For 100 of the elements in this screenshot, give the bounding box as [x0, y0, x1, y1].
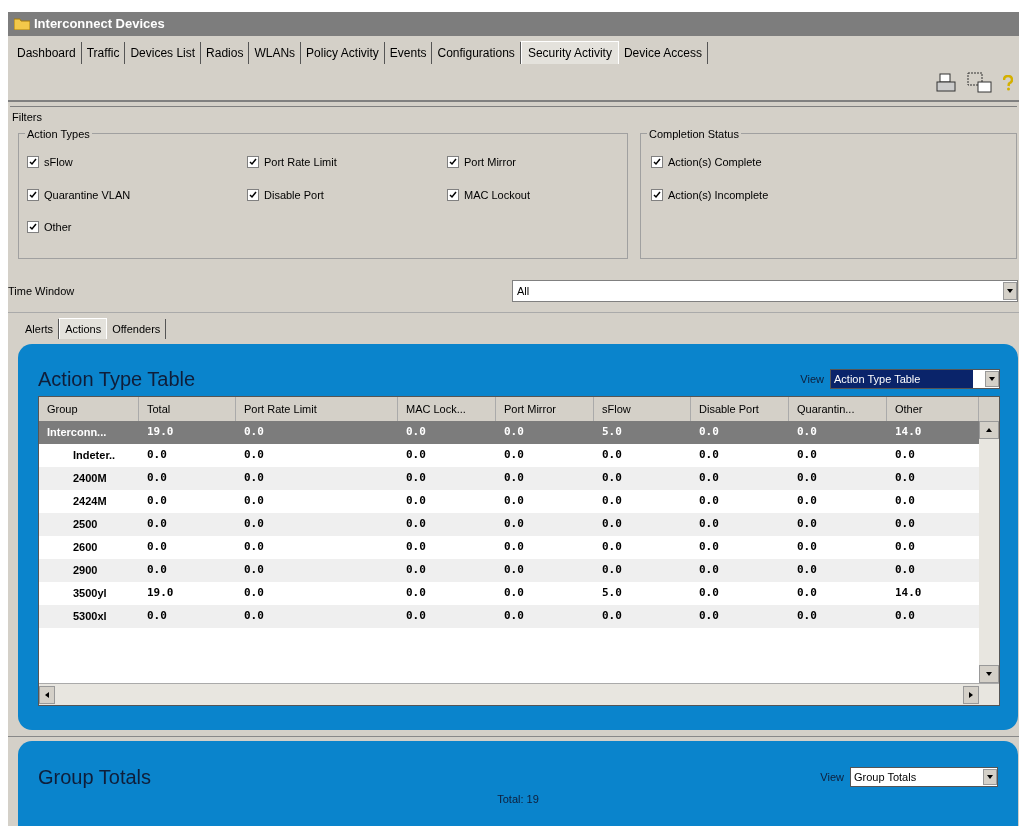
- table-row[interactable]: 2500 0.0 0.0 0.0 0.0 0.0 0.0 0.0 0.0: [39, 513, 979, 536]
- table-cell-text: 0.0: [243, 539, 265, 556]
- table-cell-text: 14.0: [894, 424, 923, 441]
- table-cell-text: 0.0: [503, 424, 525, 441]
- checkbox[interactable]: [27, 156, 39, 169]
- table-cell-text: 19.0: [146, 585, 175, 602]
- table-cell-text: 0.0: [698, 516, 720, 533]
- tab[interactable]: Events: [384, 42, 433, 64]
- print-icon[interactable]: [935, 72, 957, 94]
- table-cell-text: 0.0: [146, 608, 168, 625]
- table-cell-text: 0.0: [405, 493, 427, 510]
- table-cell-text: 0.0: [894, 470, 916, 487]
- table-cell-text: 0.0: [698, 562, 720, 579]
- horizontal-scrollbar[interactable]: [39, 683, 999, 705]
- checkbox[interactable]: [247, 188, 259, 201]
- table-cell-text: 0.0: [243, 608, 265, 625]
- scroll-left-icon[interactable]: [39, 685, 55, 704]
- table-cell-text: 0.0: [698, 608, 720, 625]
- panel-title: Group Totals: [38, 765, 152, 790]
- table-cell-text: 0.0: [405, 608, 427, 625]
- table-cell-text: 0.0: [796, 424, 818, 441]
- table-cell-text: 0.0: [405, 447, 427, 464]
- table-cell-text: 0.0: [503, 516, 525, 533]
- checkbox[interactable]: [447, 156, 459, 169]
- table-cell-text: 5.0: [601, 585, 623, 602]
- table-cell-text: 0.0: [243, 562, 265, 579]
- caret-icon: [983, 769, 997, 785]
- table-cell-text: 0.0: [796, 539, 818, 556]
- checkbox-label: Other: [44, 220, 72, 235]
- tab[interactable]: Traffic: [81, 42, 126, 64]
- table-cell-text: 0.0: [796, 447, 818, 464]
- table-cell-text: Interconn...: [46, 425, 108, 441]
- checkbox-label: Quarantine VLAN: [44, 187, 131, 203]
- caret-icon: [985, 371, 999, 387]
- checkbox-label: MAC Lockout: [464, 187, 531, 203]
- checkbox[interactable]: [27, 188, 39, 201]
- view-dropdown[interactable]: Group Totals: [850, 767, 998, 787]
- table-cell-text: 2600: [72, 540, 99, 556]
- table-cell-text: 0.0: [146, 562, 168, 579]
- tab[interactable]: Devices List: [125, 42, 202, 64]
- time-window-dropdown[interactable]: All: [512, 280, 1018, 302]
- table-cell-text: 0.0: [601, 539, 623, 556]
- vertical-scrollbar[interactable]: [979, 421, 999, 683]
- table-cell-text: 2500: [72, 517, 99, 533]
- scroll-up-icon[interactable]: [979, 421, 999, 439]
- tab[interactable]: Radios: [201, 42, 250, 64]
- table-cell-text: 0.0: [503, 608, 525, 625]
- table-cell-text: 0.0: [698, 539, 720, 556]
- window-icon[interactable]: [967, 72, 993, 94]
- table-cell-text: 0.0: [405, 539, 427, 556]
- table-cell-text: 0.0: [601, 470, 623, 487]
- table-cell-text: 0.0: [894, 447, 916, 464]
- table-cell-text: 5300xl: [72, 609, 108, 625]
- checkbox[interactable]: [447, 188, 459, 201]
- table-row[interactable]: 2900 0.0 0.0 0.0 0.0 0.0 0.0 0.0 0.0: [39, 559, 979, 582]
- table-cell-text: 0.0: [243, 585, 265, 602]
- table-cell-text: 0.0: [503, 493, 525, 510]
- table-cell-text: 0.0: [796, 516, 818, 533]
- table-row[interactable]: 5300xl 0.0 0.0 0.0 0.0 0.0 0.0 0.0 0.0: [39, 605, 979, 628]
- checkbox[interactable]: [651, 156, 663, 169]
- table-cell-text: 0.0: [601, 493, 623, 510]
- scroll-right-icon[interactable]: [963, 685, 979, 704]
- table-cell-text: 2424M: [72, 494, 108, 510]
- table-cell-text: 0.0: [601, 608, 623, 625]
- checkbox[interactable]: [27, 221, 39, 234]
- table-cell-text: 0.0: [503, 447, 525, 464]
- table-cell-text: 0.0: [894, 516, 916, 533]
- checkbox-label: Port Rate Limit: [264, 155, 337, 170]
- table-cell-text: 0.0: [894, 562, 916, 579]
- table-cell-text: 0.0: [243, 493, 265, 510]
- table-cell-text: 19.0: [146, 424, 175, 441]
- table-cell-text: 0.0: [243, 470, 265, 487]
- table-cell-text: 0.0: [698, 493, 720, 510]
- table-row[interactable]: Interconn... 19.0 0.0 0.0 0.0 5.0 0.0 0.0 14.0: [39, 421, 979, 444]
- checkbox-label: sFlow: [44, 155, 73, 170]
- window-title: Interconnect Devices: [34, 15, 165, 34]
- table-cell-text: 0.0: [698, 585, 720, 602]
- table-cell-text: 14.0: [894, 585, 923, 602]
- table-cell-text: 2900: [72, 563, 99, 579]
- tab[interactable]: WLANs: [249, 42, 302, 64]
- table-cell-text: 0.0: [698, 424, 720, 441]
- tab[interactable]: Offenders: [107, 318, 167, 339]
- checkbox[interactable]: [247, 156, 259, 169]
- time-window-label: Time Window: [8, 283, 76, 299]
- checkbox[interactable]: [651, 188, 663, 201]
- tab[interactable]: Configurations: [432, 42, 521, 64]
- table-row[interactable]: 2400M 0.0 0.0 0.0 0.0 0.0 0.0 0.0 0.0: [39, 467, 979, 490]
- table-cell-text: 0.0: [894, 539, 916, 556]
- tab[interactable]: Device Access: [618, 42, 708, 64]
- tab[interactable]: Actions: [59, 317, 108, 339]
- checkbox-label: Disable Port: [264, 187, 324, 203]
- tab[interactable]: Policy Activity: [301, 42, 385, 64]
- tab[interactable]: Dashboard: [12, 42, 82, 64]
- scroll-down-icon[interactable]: [979, 665, 999, 683]
- checkbox-label: Action(s) Complete: [668, 155, 762, 170]
- table-cell-text: 0.0: [894, 608, 916, 625]
- table-cell-text: 0.0: [146, 447, 168, 464]
- tab[interactable]: Security Activity: [520, 41, 619, 64]
- view-dropdown[interactable]: Action Type Table: [830, 369, 1000, 389]
- checkbox-label: Action(s) Incomplete: [668, 187, 769, 203]
